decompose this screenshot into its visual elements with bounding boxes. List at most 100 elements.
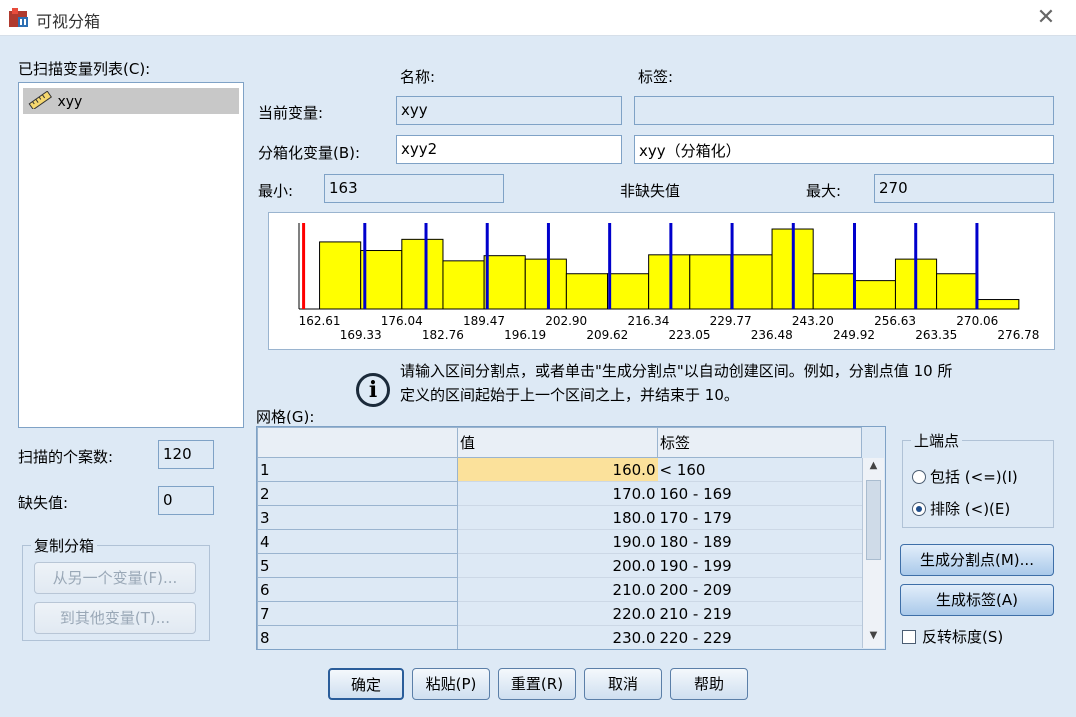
paste-button[interactable]: 粘贴(P) bbox=[412, 668, 490, 700]
binned-variable-label-input[interactable]: xyy（分箱化） bbox=[634, 135, 1054, 164]
row-number-cell: 6 bbox=[257, 577, 458, 602]
histogram-bar bbox=[853, 280, 896, 310]
copy-to-variables-button[interactable]: 到其他变量(T)... bbox=[34, 602, 196, 634]
list-item-label: xyy bbox=[57, 94, 83, 110]
table-row[interactable]: 7 220.0 210 - 219 bbox=[257, 601, 862, 626]
scanned-variable-list[interactable]: xyy bbox=[18, 82, 244, 428]
x-tick-label: 216.34 bbox=[627, 314, 669, 328]
table-row[interactable]: 4 190.0 180 - 189 bbox=[257, 529, 862, 554]
row-number-cell: 1 bbox=[257, 457, 458, 482]
value-cell[interactable]: 180.0 bbox=[457, 505, 658, 530]
include-radio[interactable] bbox=[912, 470, 926, 484]
x-tick-label: 196.19 bbox=[504, 328, 546, 342]
cancel-button[interactable]: 取消 bbox=[584, 668, 662, 700]
value-cell[interactable]: 220.0 bbox=[457, 601, 658, 626]
histogram-bar bbox=[977, 299, 1020, 310]
label-column-header[interactable]: 标签 bbox=[657, 427, 862, 458]
table-row[interactable]: 6 210.0 200 - 209 bbox=[257, 577, 862, 602]
reset-button[interactable]: 重置(R) bbox=[498, 668, 576, 700]
exclude-radio[interactable] bbox=[912, 502, 926, 516]
list-item[interactable]: xyy bbox=[23, 88, 239, 114]
histogram-chart[interactable]: 162.61 176.04 189.47 202.90 216.34 229.77 243.… bbox=[268, 212, 1055, 350]
row-number-cell: 7 bbox=[257, 601, 458, 626]
table-row[interactable]: 8 230.0 220 - 229 bbox=[257, 625, 862, 649]
histogram-bar bbox=[401, 238, 444, 310]
label-header: 标签: bbox=[638, 68, 674, 86]
histogram-bar bbox=[812, 273, 855, 310]
label-cell[interactable]: 200 - 209 bbox=[657, 577, 862, 602]
value-cell[interactable]: 170.0 bbox=[457, 481, 658, 506]
copy-bins-label: 复制分箱 bbox=[31, 535, 98, 556]
x-tick-label: 202.90 bbox=[545, 314, 587, 328]
current-variable-label: 当前变量: bbox=[258, 104, 324, 122]
x-tick-label: 162.61 bbox=[299, 314, 341, 328]
ruler-icon bbox=[28, 90, 53, 111]
label-cell[interactable]: 190 - 199 bbox=[657, 553, 862, 578]
histogram-bar bbox=[730, 254, 773, 310]
table-row[interactable]: 1 160.0 < 160 bbox=[257, 457, 862, 482]
value-cell[interactable]: 160.0 bbox=[457, 457, 658, 482]
reverse-scale-option[interactable]: 反转标度(S) bbox=[902, 626, 1003, 647]
visual-binning-dialog: 可视分箱 ✕ 已扫描变量列表(C): xyy 名称: 标签: 当前变量: xyy… bbox=[0, 0, 1076, 717]
value-column-header[interactable]: 值 bbox=[457, 427, 658, 458]
grid-table: 值 标签 1 160.0 < 160 2 170.0 160 - 169 3 180.0 170… bbox=[257, 427, 862, 649]
row-number-cell: 2 bbox=[257, 481, 458, 506]
ok-button[interactable]: 确定 bbox=[328, 668, 404, 700]
table-row[interactable]: 5 200.0 190 - 199 bbox=[257, 553, 862, 578]
row-number-cell: 3 bbox=[257, 505, 458, 530]
copy-from-variable-button[interactable]: 从另一个变量(F)... bbox=[34, 562, 196, 594]
x-tick-label: 243.20 bbox=[792, 314, 834, 328]
value-cell[interactable]: 230.0 bbox=[457, 625, 658, 649]
grid-scrollbar[interactable]: ▲ ▼ bbox=[862, 458, 884, 648]
table-row[interactable]: 3 180.0 170 - 179 bbox=[257, 505, 862, 530]
help-button[interactable]: 帮助 bbox=[670, 668, 748, 700]
label-cell[interactable]: 160 - 169 bbox=[657, 481, 862, 506]
make-cutpoints-button[interactable]: 生成分割点(M)... bbox=[900, 544, 1054, 576]
histogram-svg[interactable]: 162.61 176.04 189.47 202.90 216.34 229.77 243.… bbox=[269, 213, 1056, 351]
value-cell[interactable]: 190.0 bbox=[457, 529, 658, 554]
row-number-cell: 4 bbox=[257, 529, 458, 554]
grid-corner-header bbox=[257, 427, 458, 458]
make-labels-button[interactable]: 生成标签(A) bbox=[900, 584, 1054, 616]
include-radio-option[interactable]: 包括 (<=)(I) bbox=[912, 466, 1018, 487]
maximum-label: 最大: bbox=[806, 182, 842, 200]
scroll-thumb[interactable] bbox=[866, 480, 881, 560]
x-tick-label: 263.35 bbox=[915, 328, 957, 342]
cutpoint-grid[interactable]: 值 标签 1 160.0 < 160 2 170.0 160 - 169 3 180.0 170… bbox=[256, 426, 886, 650]
histogram-bar bbox=[524, 258, 567, 310]
close-icon[interactable]: ✕ bbox=[1034, 5, 1058, 30]
exclude-radio-option[interactable]: 排除 (<)(E) bbox=[912, 498, 1010, 519]
binned-variable-name-input[interactable]: xyy2 bbox=[396, 135, 622, 164]
label-cell[interactable]: 170 - 179 bbox=[657, 505, 862, 530]
grid-label: 网格(G): bbox=[256, 408, 315, 426]
histogram-bar bbox=[607, 273, 650, 310]
scroll-down-arrow-icon[interactable]: ▼ bbox=[865, 630, 882, 646]
x-tick-label: 249.92 bbox=[833, 328, 875, 342]
x-tick-label: 169.33 bbox=[340, 328, 382, 342]
histogram-bar bbox=[689, 254, 732, 310]
histogram-bar bbox=[442, 260, 485, 310]
nonmissing-label: 非缺失值 bbox=[620, 182, 681, 200]
scroll-up-arrow-icon[interactable]: ▲ bbox=[865, 460, 882, 476]
x-tick-label: 229.77 bbox=[710, 314, 752, 328]
x-tick-label: 276.78 bbox=[997, 328, 1039, 342]
upper-endpoints-label: 上端点 bbox=[911, 430, 963, 451]
info-icon: i bbox=[356, 373, 390, 407]
value-cell[interactable]: 210.0 bbox=[457, 577, 658, 602]
table-row[interactable]: 2 170.0 160 - 169 bbox=[257, 481, 862, 506]
label-cell[interactable]: 180 - 189 bbox=[657, 529, 862, 554]
histogram-bar bbox=[483, 255, 526, 310]
exclude-radio-label: 排除 (<)(E) bbox=[930, 500, 1011, 518]
histogram-bar bbox=[936, 273, 979, 310]
minimum-label: 最小: bbox=[258, 182, 294, 200]
row-number-cell: 8 bbox=[257, 625, 458, 649]
histogram-bar bbox=[648, 254, 691, 310]
histogram-bar bbox=[360, 250, 403, 310]
value-cell[interactable]: 200.0 bbox=[457, 553, 658, 578]
info-text-line2: 定义的区间起始于上一个区间之上，并结束于 10。 bbox=[400, 386, 739, 404]
label-cell[interactable]: < 160 bbox=[657, 457, 862, 482]
label-cell[interactable]: 220 - 229 bbox=[657, 625, 862, 649]
reverse-scale-checkbox[interactable] bbox=[902, 630, 916, 644]
label-cell[interactable]: 210 - 219 bbox=[657, 601, 862, 626]
name-header: 名称: bbox=[400, 68, 436, 86]
